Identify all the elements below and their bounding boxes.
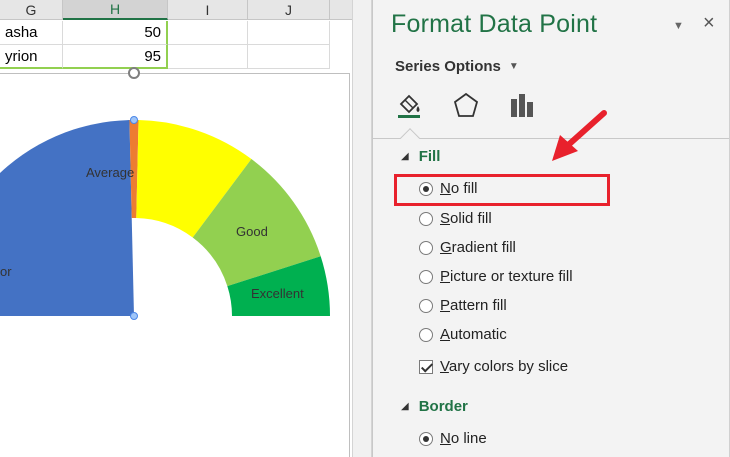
pattern-fill-radio[interactable]	[419, 298, 433, 313]
picture-texture-fill-label: Picture or texture fill	[440, 268, 573, 285]
gauge-chart[interactable]: Average Good Excellent or	[0, 74, 350, 457]
cell-g-name-1[interactable]: asha	[0, 21, 63, 45]
spreadsheet: G H I J asha 50 yrion 95 Average Good Exce…	[0, 0, 352, 457]
automatic-label: Automatic	[440, 326, 507, 343]
fill-option-pattern-fill[interactable]: Pattern fill	[419, 297, 507, 314]
no-line-label: No line	[440, 430, 487, 447]
no-line-radio[interactable]	[419, 431, 433, 446]
series-options-label: Series Options	[395, 58, 501, 75]
column-header-extra	[330, 0, 352, 20]
border-section-label: Border	[418, 398, 468, 415]
cell-j-2[interactable]	[248, 45, 330, 69]
series-options-dropdown[interactable]: Series Options ▼	[395, 58, 519, 75]
selection-handle[interactable]	[130, 312, 138, 320]
chart-resize-handle[interactable]	[128, 67, 140, 79]
cell-i-2[interactable]	[168, 45, 248, 69]
selection-handle[interactable]	[130, 116, 138, 124]
series-options-bars-icon[interactable]	[505, 88, 539, 122]
vary-colors-label: Vary colors by slice	[440, 358, 569, 375]
gradient-fill-label: Gradient fill	[440, 239, 516, 256]
border-option-no-line[interactable]: No line	[419, 430, 487, 447]
label-excellent: Excellent	[251, 286, 304, 301]
column-header-h[interactable]: H	[63, 0, 168, 20]
fill-section-header[interactable]: ◢ Fill	[401, 148, 440, 165]
picture-texture-fill-radio[interactable]	[419, 269, 433, 284]
border-section-header[interactable]: ◢ Border	[401, 398, 468, 415]
fill-section-label: Fill	[418, 148, 441, 165]
label-good: Good	[236, 224, 268, 239]
cell-h-value-2[interactable]: 95	[63, 45, 168, 69]
close-icon[interactable]: ×	[703, 12, 715, 35]
cell-g-name-2[interactable]: yrion	[0, 45, 63, 69]
collapse-triangle-icon: ◢	[401, 151, 409, 162]
gauge-slice-poor[interactable]	[0, 120, 134, 316]
vary-colors-checkbox-row[interactable]: Vary colors by slice	[419, 358, 568, 375]
fill-option-automatic[interactable]: Automatic	[419, 326, 507, 343]
pane-options-icon[interactable]: ▼	[673, 20, 687, 34]
collapse-triangle-icon: ◢	[401, 401, 409, 412]
cell-h-value-1[interactable]: 50	[63, 21, 168, 45]
column-header-i[interactable]: I	[168, 0, 248, 20]
pattern-fill-label: Pattern fill	[440, 297, 507, 314]
vertical-scrollbar[interactable]	[352, 0, 372, 457]
automatic-radio[interactable]	[419, 327, 433, 342]
column-header-j[interactable]: J	[248, 0, 330, 20]
chevron-down-icon: ▼	[508, 61, 519, 72]
red-arrow-icon	[552, 110, 607, 161]
format-data-point-pane: Format Data Point ▼ × Series Options ▼ ◢…	[372, 0, 730, 457]
fill-option-solid-fill[interactable]: Solid fill	[419, 210, 492, 227]
vary-colors-checkbox[interactable]	[419, 359, 433, 374]
cell-i-1[interactable]	[168, 21, 248, 45]
fill-option-picture-texture-fill[interactable]: Picture or texture fill	[419, 268, 573, 285]
label-average: Average	[86, 165, 134, 180]
effects-pentagon-icon[interactable]	[449, 88, 483, 122]
solid-fill-label: Solid fill	[440, 210, 492, 227]
format-tabs	[393, 88, 539, 122]
solid-fill-radio[interactable]	[419, 211, 433, 226]
cell-j-1[interactable]	[248, 21, 330, 45]
fill-option-gradient-fill[interactable]: Gradient fill	[419, 239, 516, 256]
fill-line-icon[interactable]	[393, 88, 427, 122]
column-header-g[interactable]: G	[0, 0, 63, 20]
pane-title: Format Data Point	[391, 10, 598, 38]
label-poor: or	[0, 264, 12, 279]
chart-area[interactable]: Average Good Excellent or	[0, 73, 350, 457]
active-tab-pointer	[400, 128, 420, 148]
highlight-box	[394, 174, 610, 206]
gradient-fill-radio[interactable]	[419, 240, 433, 255]
